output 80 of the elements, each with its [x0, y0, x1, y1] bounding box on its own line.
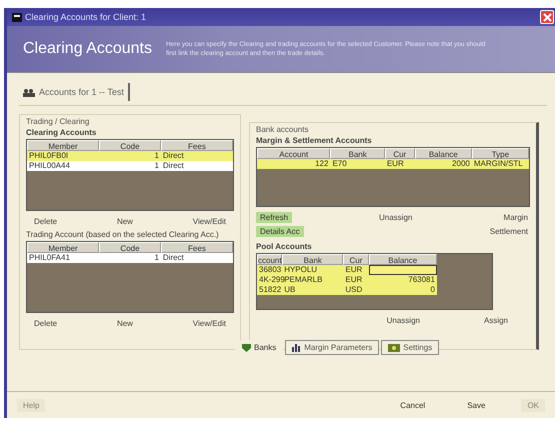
- chart-icon: [292, 344, 302, 352]
- table-cell-text: Direct: [162, 161, 185, 171]
- action-button[interactable]: Delete: [32, 217, 60, 226]
- action-button[interactable]: New: [114, 217, 135, 226]
- table-cell-text: E70: [331, 159, 348, 169]
- group-title: Bank accounts: [256, 125, 310, 134]
- column-header[interactable]: Bank: [282, 254, 344, 265]
- shield-icon: [242, 344, 251, 352]
- action-button[interactable]: View/Edit: [190, 319, 228, 328]
- table-cell-text: 2000: [451, 159, 471, 169]
- table-cell-text: Direct: [162, 253, 185, 263]
- action-button[interactable]: Unassign: [376, 212, 414, 223]
- action-button[interactable]: Settlement: [488, 226, 530, 237]
- action-button[interactable]: Delete: [32, 319, 60, 328]
- action-button[interactable]: Refresh: [256, 212, 292, 223]
- table-cell-text: PHIL0FA41: [28, 253, 71, 263]
- table-cell-text: 36803: [258, 265, 282, 275]
- column-header[interactable]: Type: [472, 148, 529, 159]
- table-cell-text: EUR: [344, 275, 364, 285]
- table-row[interactable]: 51822 UB USD 0: [257, 285, 437, 295]
- footer-button[interactable]: Save: [461, 398, 492, 412]
- table-row[interactable]: PHIL0FB0I 1 Direct: [27, 151, 233, 161]
- table-cell-text: PHIL00A44: [28, 161, 71, 171]
- section-title: Pool Accounts: [256, 242, 313, 251]
- table-cell-text: 1: [153, 151, 160, 161]
- column-header[interactable]: Account: [257, 148, 330, 159]
- table-cell-text: PHIL0FB0I: [28, 151, 70, 161]
- header-title: Clearing Accounts: [23, 40, 152, 58]
- footer-button[interactable]: Cancel: [394, 398, 432, 412]
- table-cell-text: HYPOLU: [283, 265, 318, 275]
- table-row[interactable]: PHIL00A44 1 Direct: [27, 161, 233, 171]
- action-button[interactable]: Margin: [502, 212, 530, 223]
- action-button[interactable]: Assign: [482, 316, 510, 325]
- table-cell-text: 1: [153, 253, 160, 263]
- table-cell-text: USD: [344, 285, 364, 295]
- column-header[interactable]: Code: [99, 140, 161, 151]
- table-cell-text: 4K-299: [258, 275, 282, 285]
- window-title: Clearing Accounts for Client: 1: [25, 12, 148, 22]
- column-header[interactable]: Member: [27, 140, 100, 151]
- table-cell-text: UB: [283, 285, 296, 295]
- section-title: Margin & Settlement Accounts: [256, 136, 373, 145]
- column-header[interactable]: Cur: [343, 254, 369, 265]
- table-row[interactable]: 4K-299PEMARLB EUR 763081: [257, 275, 437, 285]
- table-cell-text: EUR: [386, 159, 405, 169]
- table-cell: [368, 265, 437, 275]
- action-button[interactable]: View/Edit: [190, 217, 228, 226]
- action-button[interactable]: Details Acc: [256, 226, 304, 237]
- table-cell-text: EUR: [344, 265, 364, 275]
- close-icon: [542, 12, 552, 22]
- table-cell-text: 1: [153, 161, 160, 171]
- people-icon: [23, 88, 35, 96]
- column-header[interactable]: Member: [27, 242, 100, 253]
- action-button[interactable]: Unassign: [384, 316, 422, 325]
- column-header[interactable]: ccount: [257, 254, 282, 265]
- table-row[interactable]: 122 E70 EUR 2000 MARGIN/STL: [257, 159, 529, 169]
- column-header[interactable]: Balance: [414, 148, 472, 159]
- table-cell-text: MARGIN/STL: [472, 159, 524, 169]
- table-cell-text: 0: [430, 285, 436, 295]
- table-cell-text: 51822: [258, 285, 282, 295]
- table-cell-text: 763081: [407, 275, 436, 285]
- table-cell-text: Direct: [162, 151, 185, 161]
- table-row[interactable]: 36803 HYPOLU EUR: [257, 265, 437, 275]
- table-cell-text: 122: [314, 159, 330, 169]
- action-button[interactable]: New: [114, 319, 135, 328]
- bottom-tab[interactable]: Settings: [381, 340, 440, 355]
- column-header[interactable]: Cur: [384, 148, 415, 159]
- bottom-tab[interactable]: Banks: [235, 340, 284, 355]
- group-title: Trading / Clearing: [26, 117, 90, 126]
- accounts-tab[interactable]: Accounts for 1 -- Test: [19, 83, 130, 101]
- column-header[interactable]: Code: [99, 242, 161, 253]
- app-icon: [12, 12, 22, 22]
- column-header[interactable]: Balance: [368, 254, 437, 265]
- table-row[interactable]: PHIL0FA41 1 Direct: [27, 253, 233, 263]
- close-button[interactable]: [540, 10, 554, 24]
- column-header[interactable]: Fees: [160, 140, 233, 151]
- section-title: Clearing Accounts: [26, 128, 98, 137]
- column-header[interactable]: Fees: [160, 242, 233, 253]
- column-header[interactable]: Bank: [330, 148, 385, 159]
- section-title: Trading Account (based on the selected Clearing Acc.): [26, 230, 220, 239]
- bottom-tab[interactable]: Margin Parameters: [285, 340, 380, 355]
